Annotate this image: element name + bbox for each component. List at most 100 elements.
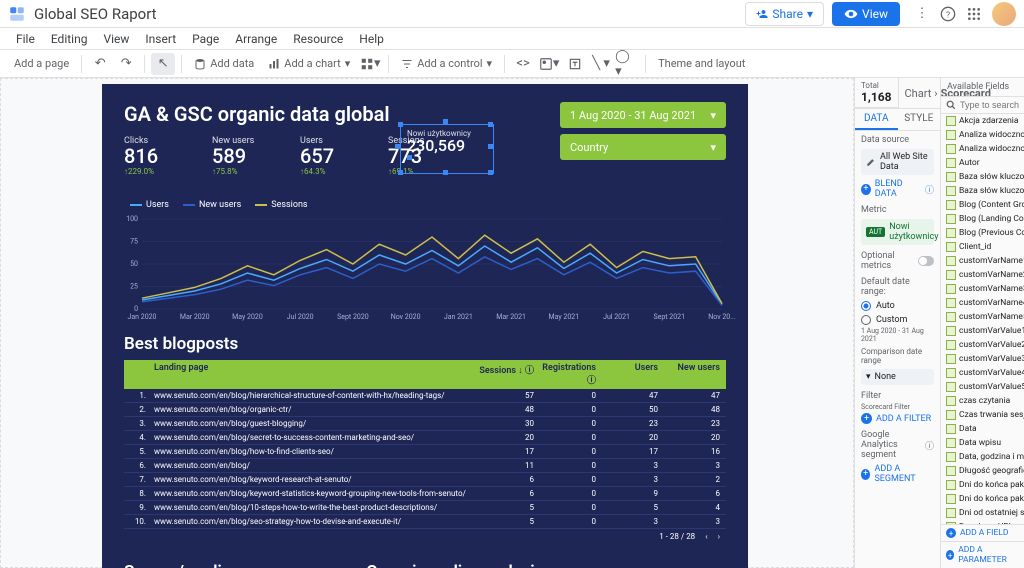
field-item[interactable]: Data, godzina i minuty xyxy=(941,450,1024,464)
table-pager[interactable]: 1 - 28 / 28‹› xyxy=(124,529,726,544)
field-item[interactable]: Akcja zdarzenia xyxy=(941,114,1024,128)
field-item[interactable]: customVarValue4 xyxy=(941,366,1024,380)
table-row[interactable]: 3.www.senuto.com/en/blog/guest-blogging/… xyxy=(124,417,726,431)
properties-panel: Total1,168 Chart›Scorecard DATA STYLE Da… xyxy=(855,78,941,568)
table-row[interactable]: 9.www.senuto.com/en/blog/10-steps-how-to… xyxy=(124,501,726,515)
community-viz-button[interactable]: ▾ xyxy=(358,53,382,75)
field-item[interactable]: Baza słów kluczowy... xyxy=(941,184,1024,198)
field-item[interactable]: Autor xyxy=(941,156,1024,170)
country-picker[interactable]: Country▾ xyxy=(560,134,726,160)
add-control-button[interactable]: Add a control ▾ xyxy=(395,57,498,70)
field-item[interactable]: Analiza widocznosci ( xyxy=(941,142,1024,156)
text-button[interactable] xyxy=(563,53,587,75)
field-item[interactable]: customVarName1 xyxy=(941,254,1024,268)
add-parameter-button[interactable]: +ADD A PARAMETER xyxy=(941,541,1024,568)
field-item[interactable]: Dni od ostatniej sesji xyxy=(941,506,1024,520)
metric-chip[interactable]: AUTNowi użytkownicy xyxy=(861,219,934,245)
blend-data-button[interactable]: +BLEND DATAⓘ xyxy=(855,177,940,201)
table-row[interactable]: 4.www.senuto.com/en/blog/secret-to-succe… xyxy=(124,431,726,445)
add-segment-button[interactable]: +ADD A SEGMENT xyxy=(855,462,940,486)
timeseries-chart[interactable]: Users New users Sessions 0255075100Jan 2… xyxy=(124,200,726,324)
shape-button[interactable]: ◯ ▾ xyxy=(615,53,639,75)
table-row[interactable]: 1.www.senuto.com/en/blog/hierarchical-st… xyxy=(124,389,726,403)
menu-help[interactable]: Help xyxy=(351,32,392,46)
menu-insert[interactable]: Insert xyxy=(137,32,184,46)
date-range-picker[interactable]: 1 Aug 2020 - 31 Aug 2021▾ xyxy=(560,102,726,128)
field-item[interactable]: customVarName2 xyxy=(941,268,1024,282)
line-button[interactable]: ╲ ▾ xyxy=(589,53,613,75)
menu-editing[interactable]: Editing xyxy=(43,32,96,46)
data-source-chip[interactable]: All Web Site Data xyxy=(861,149,934,175)
add-field-button[interactable]: +ADD A FIELD xyxy=(941,524,1024,541)
field-item[interactable]: customVarName5 xyxy=(941,310,1024,324)
add-chart-button[interactable]: Add a chart ▾ xyxy=(262,57,356,70)
field-item[interactable]: Blog (Content Group) xyxy=(941,198,1024,212)
field-item[interactable]: customVarValue5 xyxy=(941,380,1024,394)
scorecard-users[interactable]: Users657↑64.3% xyxy=(300,136,360,176)
field-item[interactable]: customVarName3 xyxy=(941,282,1024,296)
table-row[interactable]: 10.www.senuto.com/en/blog/seo-strategy-h… xyxy=(124,515,726,529)
account-avatar[interactable] xyxy=(992,2,1016,26)
menu-file[interactable]: File xyxy=(8,32,43,46)
view-button[interactable]: View xyxy=(832,2,900,26)
menu-resource[interactable]: Resource xyxy=(285,32,351,46)
more-menu-button[interactable]: ⋮ xyxy=(910,2,934,26)
image-button[interactable]: ▾ xyxy=(537,53,561,75)
scorecard-clicks[interactable]: Clicks816↑229.0% xyxy=(124,136,184,176)
add-filter-button[interactable]: +ADD A FILTER xyxy=(855,411,940,426)
chevron-right-icon[interactable]: › xyxy=(718,532,720,541)
help-button[interactable]: ? xyxy=(936,2,960,26)
field-item[interactable]: customVarValue3 xyxy=(941,352,1024,366)
share-button[interactable]: Share ▾ xyxy=(745,2,824,26)
table-header: Landing page Sessions ↓ ⓘ Registrations … xyxy=(124,360,726,389)
field-item[interactable]: Długość geograficzna xyxy=(941,464,1024,478)
radio-custom[interactable]: Custom xyxy=(855,313,940,327)
search-input[interactable] xyxy=(960,100,1020,110)
menu-page[interactable]: Page xyxy=(184,32,227,46)
selected-scorecard[interactable]: Nowi użytkownicy 230,569 xyxy=(400,124,494,174)
scorecard-new-users[interactable]: New users589↑75.8% xyxy=(212,136,272,176)
apps-button[interactable] xyxy=(962,2,986,26)
field-item[interactable]: Dni do końca pakietu xyxy=(941,492,1024,506)
tab-style[interactable]: STYLE xyxy=(898,109,941,130)
field-item[interactable]: Data xyxy=(941,422,1024,436)
field-item[interactable]: Dni do końca pakietu xyxy=(941,478,1024,492)
table-row[interactable]: 2.www.senuto.com/en/blog/organic-ctr/480… xyxy=(124,403,726,417)
field-item[interactable]: Blog (Previous Conten xyxy=(941,226,1024,240)
field-item[interactable]: Czas trwania sesji - z xyxy=(941,408,1024,422)
url-embed-button[interactable]: <> xyxy=(511,53,535,75)
field-item[interactable]: customVarValue1 xyxy=(941,324,1024,338)
svg-text:Nov 2020: Nov 2020 xyxy=(391,313,421,321)
report-page[interactable]: GA & GSC organic data global 1 Aug 2020 … xyxy=(102,84,748,568)
table-row[interactable]: 6.www.senuto.com/en/blog/11033 xyxy=(124,459,726,473)
add-page-button[interactable]: Add a page xyxy=(8,57,75,70)
radio-auto[interactable]: Auto xyxy=(855,299,940,313)
selection-tool[interactable]: ↖ xyxy=(151,53,175,75)
field-item[interactable]: Data wpisu xyxy=(941,436,1024,450)
field-item[interactable]: Client_id xyxy=(941,240,1024,254)
report-title[interactable]: Global SEO Raport xyxy=(34,5,157,23)
field-item[interactable]: customVarValue2 xyxy=(941,338,1024,352)
table-row[interactable]: 8.www.senuto.com/en/blog/keyword-statist… xyxy=(124,487,726,501)
field-item[interactable]: czas czytania xyxy=(941,394,1024,408)
undo-button[interactable]: ↶ xyxy=(88,53,112,75)
optional-metrics-toggle[interactable] xyxy=(918,256,934,266)
svg-text:50: 50 xyxy=(130,260,138,268)
menu-view[interactable]: View xyxy=(95,32,137,46)
field-item[interactable]: customVarName4 xyxy=(941,296,1024,310)
table-row[interactable]: 7.www.senuto.com/en/blog/keyword-researc… xyxy=(124,473,726,487)
add-data-button[interactable]: Add data xyxy=(188,57,260,70)
menu-arrange[interactable]: Arrange xyxy=(227,32,285,46)
table-row[interactable]: 5.www.senuto.com/en/blog/how-to-find-cli… xyxy=(124,445,726,459)
chevron-left-icon[interactable]: ‹ xyxy=(705,532,707,541)
field-item[interactable]: Baza słów kluczowy... xyxy=(941,170,1024,184)
field-item[interactable]: Analiza widocznosci ( xyxy=(941,128,1024,142)
theme-layout-button[interactable]: Theme and layout xyxy=(652,57,751,70)
field-search[interactable] xyxy=(941,97,1024,114)
comparison-none[interactable]: ▾ None xyxy=(861,369,934,385)
breadcrumb-chart[interactable]: Chart xyxy=(905,87,932,100)
svg-text:May 2020: May 2020 xyxy=(232,313,263,321)
field-item[interactable]: Blog (Landing Conten xyxy=(941,212,1024,226)
tab-data[interactable]: DATA xyxy=(855,109,898,130)
redo-button[interactable]: ↷ xyxy=(114,53,138,75)
